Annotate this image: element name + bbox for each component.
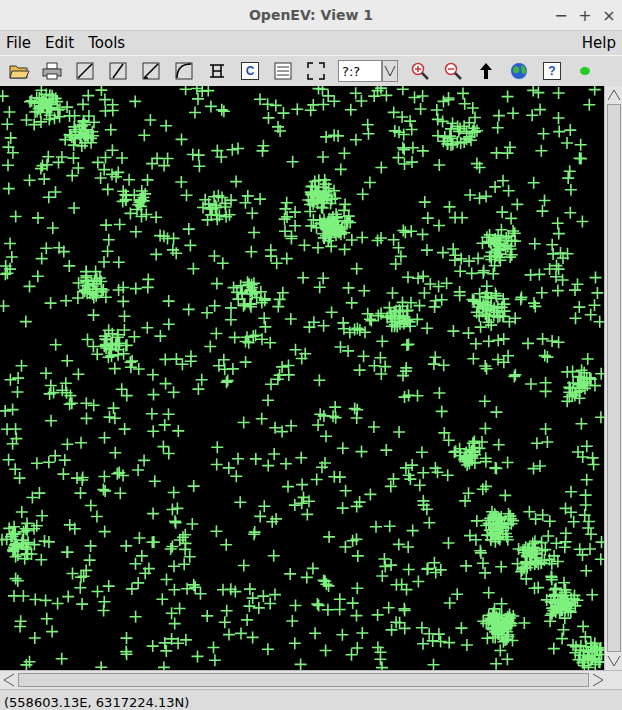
zoom-in-button[interactable] <box>405 57 435 85</box>
node-button[interactable] <box>202 57 232 85</box>
map-view[interactable] <box>0 86 604 670</box>
green-dot-icon <box>577 65 593 77</box>
arc-tool-icon <box>174 61 194 81</box>
menu-bar: File Edit Tools Help <box>0 31 622 55</box>
printer-icon <box>41 61 63 81</box>
scroll-thumb[interactable] <box>18 673 589 687</box>
menu-item[interactable]: Edit <box>45 34 74 52</box>
window-controls: −+ × <box>554 0 616 30</box>
fit-button[interactable] <box>301 57 331 85</box>
layers-icon <box>273 61 293 81</box>
folder-icon <box>8 61 30 81</box>
zoom-dropdown-button[interactable] <box>382 60 398 82</box>
menu-item[interactable]: File <box>6 34 31 52</box>
point-features <box>0 86 604 670</box>
title-bar: OpenEV: View 1 −+ × <box>0 0 622 31</box>
globe-button[interactable] <box>504 57 534 85</box>
scroll-up-icon[interactable] <box>607 89 621 101</box>
scroll-left-icon[interactable] <box>3 673 15 687</box>
cursor-coordinates: (558603.13E, 6317224.13N) <box>4 695 189 710</box>
window-control-button[interactable]: + <box>578 6 592 25</box>
arc-button[interactable] <box>169 57 199 85</box>
zoom-out-icon <box>443 61 463 81</box>
openev-window: OpenEV: View 1 −+ × File Edit Tools Help C?… <box>0 0 622 710</box>
zoom-value[interactable]: ?:? <box>338 60 382 82</box>
scroll-down-icon[interactable] <box>607 655 621 667</box>
line-tool-icon <box>141 61 161 81</box>
zoom-out-button[interactable] <box>438 57 468 85</box>
window-title: OpenEV: View 1 <box>249 7 373 23</box>
window-control-button[interactable]: × <box>602 6 616 25</box>
legend-button[interactable]: C <box>235 57 265 85</box>
menu-item[interactable]: Tools <box>88 34 125 52</box>
scroll-thumb[interactable] <box>607 104 621 652</box>
zoom-in-icon <box>410 61 430 81</box>
globe-icon <box>508 61 530 81</box>
fit-extent-icon <box>306 61 326 81</box>
scroll-right-icon[interactable] <box>592 673 604 687</box>
line-b-button[interactable] <box>103 57 133 85</box>
open-button[interactable] <box>4 57 34 85</box>
node-tool-icon <box>207 61 227 81</box>
legend-icon: C <box>241 62 259 80</box>
dropdown-icon <box>384 65 396 77</box>
layers-button[interactable] <box>268 57 298 85</box>
line-tool-icon <box>108 61 128 81</box>
help-menu[interactable]: Help <box>582 34 616 52</box>
zoom-field[interactable]: ?:? <box>338 59 398 83</box>
dot-button[interactable] <box>570 57 600 85</box>
line-c-button[interactable] <box>136 57 166 85</box>
line-tool-icon <box>75 61 95 81</box>
north-button[interactable] <box>471 57 501 85</box>
vertical-scrollbar[interactable] <box>604 86 622 670</box>
toolbar: C?:? ? <box>0 55 622 86</box>
north-arrow-icon <box>476 61 496 81</box>
print-button[interactable] <box>37 57 67 85</box>
help-icon: ? <box>543 62 561 80</box>
window-control-button[interactable]: − <box>554 6 568 25</box>
horizontal-scrollbar[interactable] <box>0 670 622 689</box>
status-bar: (558603.13E, 6317224.13N) <box>0 689 622 710</box>
line-a-button[interactable] <box>70 57 100 85</box>
help-button[interactable]: ? <box>537 57 567 85</box>
